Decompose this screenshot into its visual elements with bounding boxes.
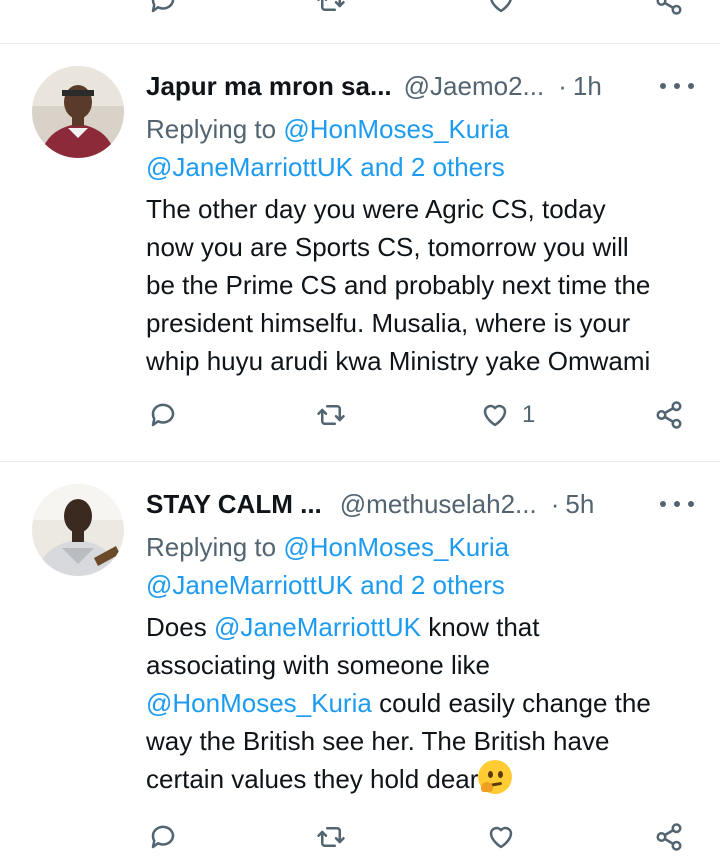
more-icon [660,501,666,507]
tweet-text-line: be the Prime CS and probably next time t… [146,270,651,300]
others-link[interactable]: and 2 others [360,570,505,600]
reply-button[interactable] [148,400,178,430]
mention-link[interactable]: @HonMoses_Kuria [146,688,372,718]
like-button[interactable]: 1 [480,400,535,430]
retweet-button[interactable] [316,0,346,16]
reply-button[interactable] [148,822,178,852]
mention-link[interactable]: @JaneMarriottUK [214,612,421,642]
mention-link[interactable]: @JaneMarriottUK [146,152,353,182]
heart-icon [490,0,512,13]
retweet-button[interactable] [316,822,346,852]
replying-to-label: Replying to [146,532,277,562]
tweet-text-line: @HonMoses_Kuria could easily change the [146,688,651,718]
reply-icon [151,0,175,13]
share-button[interactable] [654,400,684,430]
heart-icon [489,826,513,849]
tweet-item[interactable]: STAY CALM ... @methuselah2... · 5h Replying… [0,462,720,859]
others-link[interactable]: and 2 others [360,152,505,182]
tweet-text-line: way the British see her. The British hav… [146,726,610,756]
avatar-image [32,484,124,576]
like-count: 1 [522,401,536,428]
share-icon [656,823,682,851]
more-button[interactable] [660,486,694,522]
like-button[interactable] [486,822,516,852]
tweet-text-line: president himselfu. Musalia, where is yo… [146,308,631,338]
display-name[interactable]: STAY CALM ... [146,489,322,519]
tweet-header: STAY CALM ... @methuselah2... · 5h [146,486,694,522]
reply-icon [151,403,175,427]
heart-icon [483,404,507,427]
share-icon [656,0,682,15]
replying-to-continued: @JaneMarriottUK and 2 others [146,566,706,604]
tweet-text-line: now you are Sports CS, tomorrow you will [146,232,629,262]
tweet-text-line: Does @JaneMarriottUK know that [146,612,540,642]
timestamp[interactable]: 1h [573,71,602,101]
user-handle[interactable]: @Jaemo2... [404,71,545,101]
timeline: Japur ma mron sa... @Jaemo2... · 1h Replyin… [0,0,720,859]
more-button[interactable] [660,68,694,104]
thinking-face-icon [478,760,513,794]
reply-icon [151,825,175,849]
retweet-icon [317,0,345,11]
share-button[interactable] [654,822,684,852]
mention-link[interactable]: @JaneMarriottUK [146,570,353,600]
tweet-header: Japur ma mron sa... @Jaemo2... · 1h [146,68,694,104]
previous-tweet-actions [0,0,720,44]
replying-to: Replying to @HonMoses_Kuria [146,110,706,148]
user-handle[interactable]: @methuselah2... [340,489,537,519]
mention-link[interactable]: @HonMoses_Kuria [283,114,509,144]
tweet-text: Does @JaneMarriottUK know that associati… [146,608,702,798]
separator-dot: · [558,71,567,101]
retweet-icon [317,405,345,425]
tweet-text-line: whip huyu arudi kwa Ministry yake Omwami [146,346,651,376]
retweet-icon [317,827,345,847]
retweet-button[interactable] [316,400,346,430]
separator-dot: · [550,489,560,519]
tweet-item[interactable]: Japur ma mron sa... @Jaemo2... · 1h Replyin… [0,44,720,462]
display-name[interactable]: Japur ma mron sa... [146,71,392,101]
like-button[interactable] [486,0,516,16]
tweet-actions: 1 [0,400,720,440]
share-button[interactable] [654,0,684,16]
avatar[interactable] [32,484,124,576]
replying-to: Replying to @HonMoses_Kuria [146,528,706,566]
timestamp[interactable]: 5h [565,489,594,519]
replying-to-label: Replying to [146,114,277,144]
mention-link[interactable]: @HonMoses_Kuria [283,532,509,562]
tweet-actions [0,822,720,859]
tweet-text-line: The other day you were Agric CS, today [146,194,606,224]
replying-to-continued: @JaneMarriottUK and 2 others [146,148,706,186]
avatar[interactable] [32,66,124,158]
tweet-text-line: associating with someone like [146,650,490,680]
avatar-image [32,66,124,158]
tweet-text-line: certain values they hold dear [146,760,702,798]
share-icon [656,401,682,429]
reply-button[interactable] [148,0,178,16]
more-icon [660,83,666,89]
tweet-text: The other day you were Agric CS, today n… [146,190,702,380]
